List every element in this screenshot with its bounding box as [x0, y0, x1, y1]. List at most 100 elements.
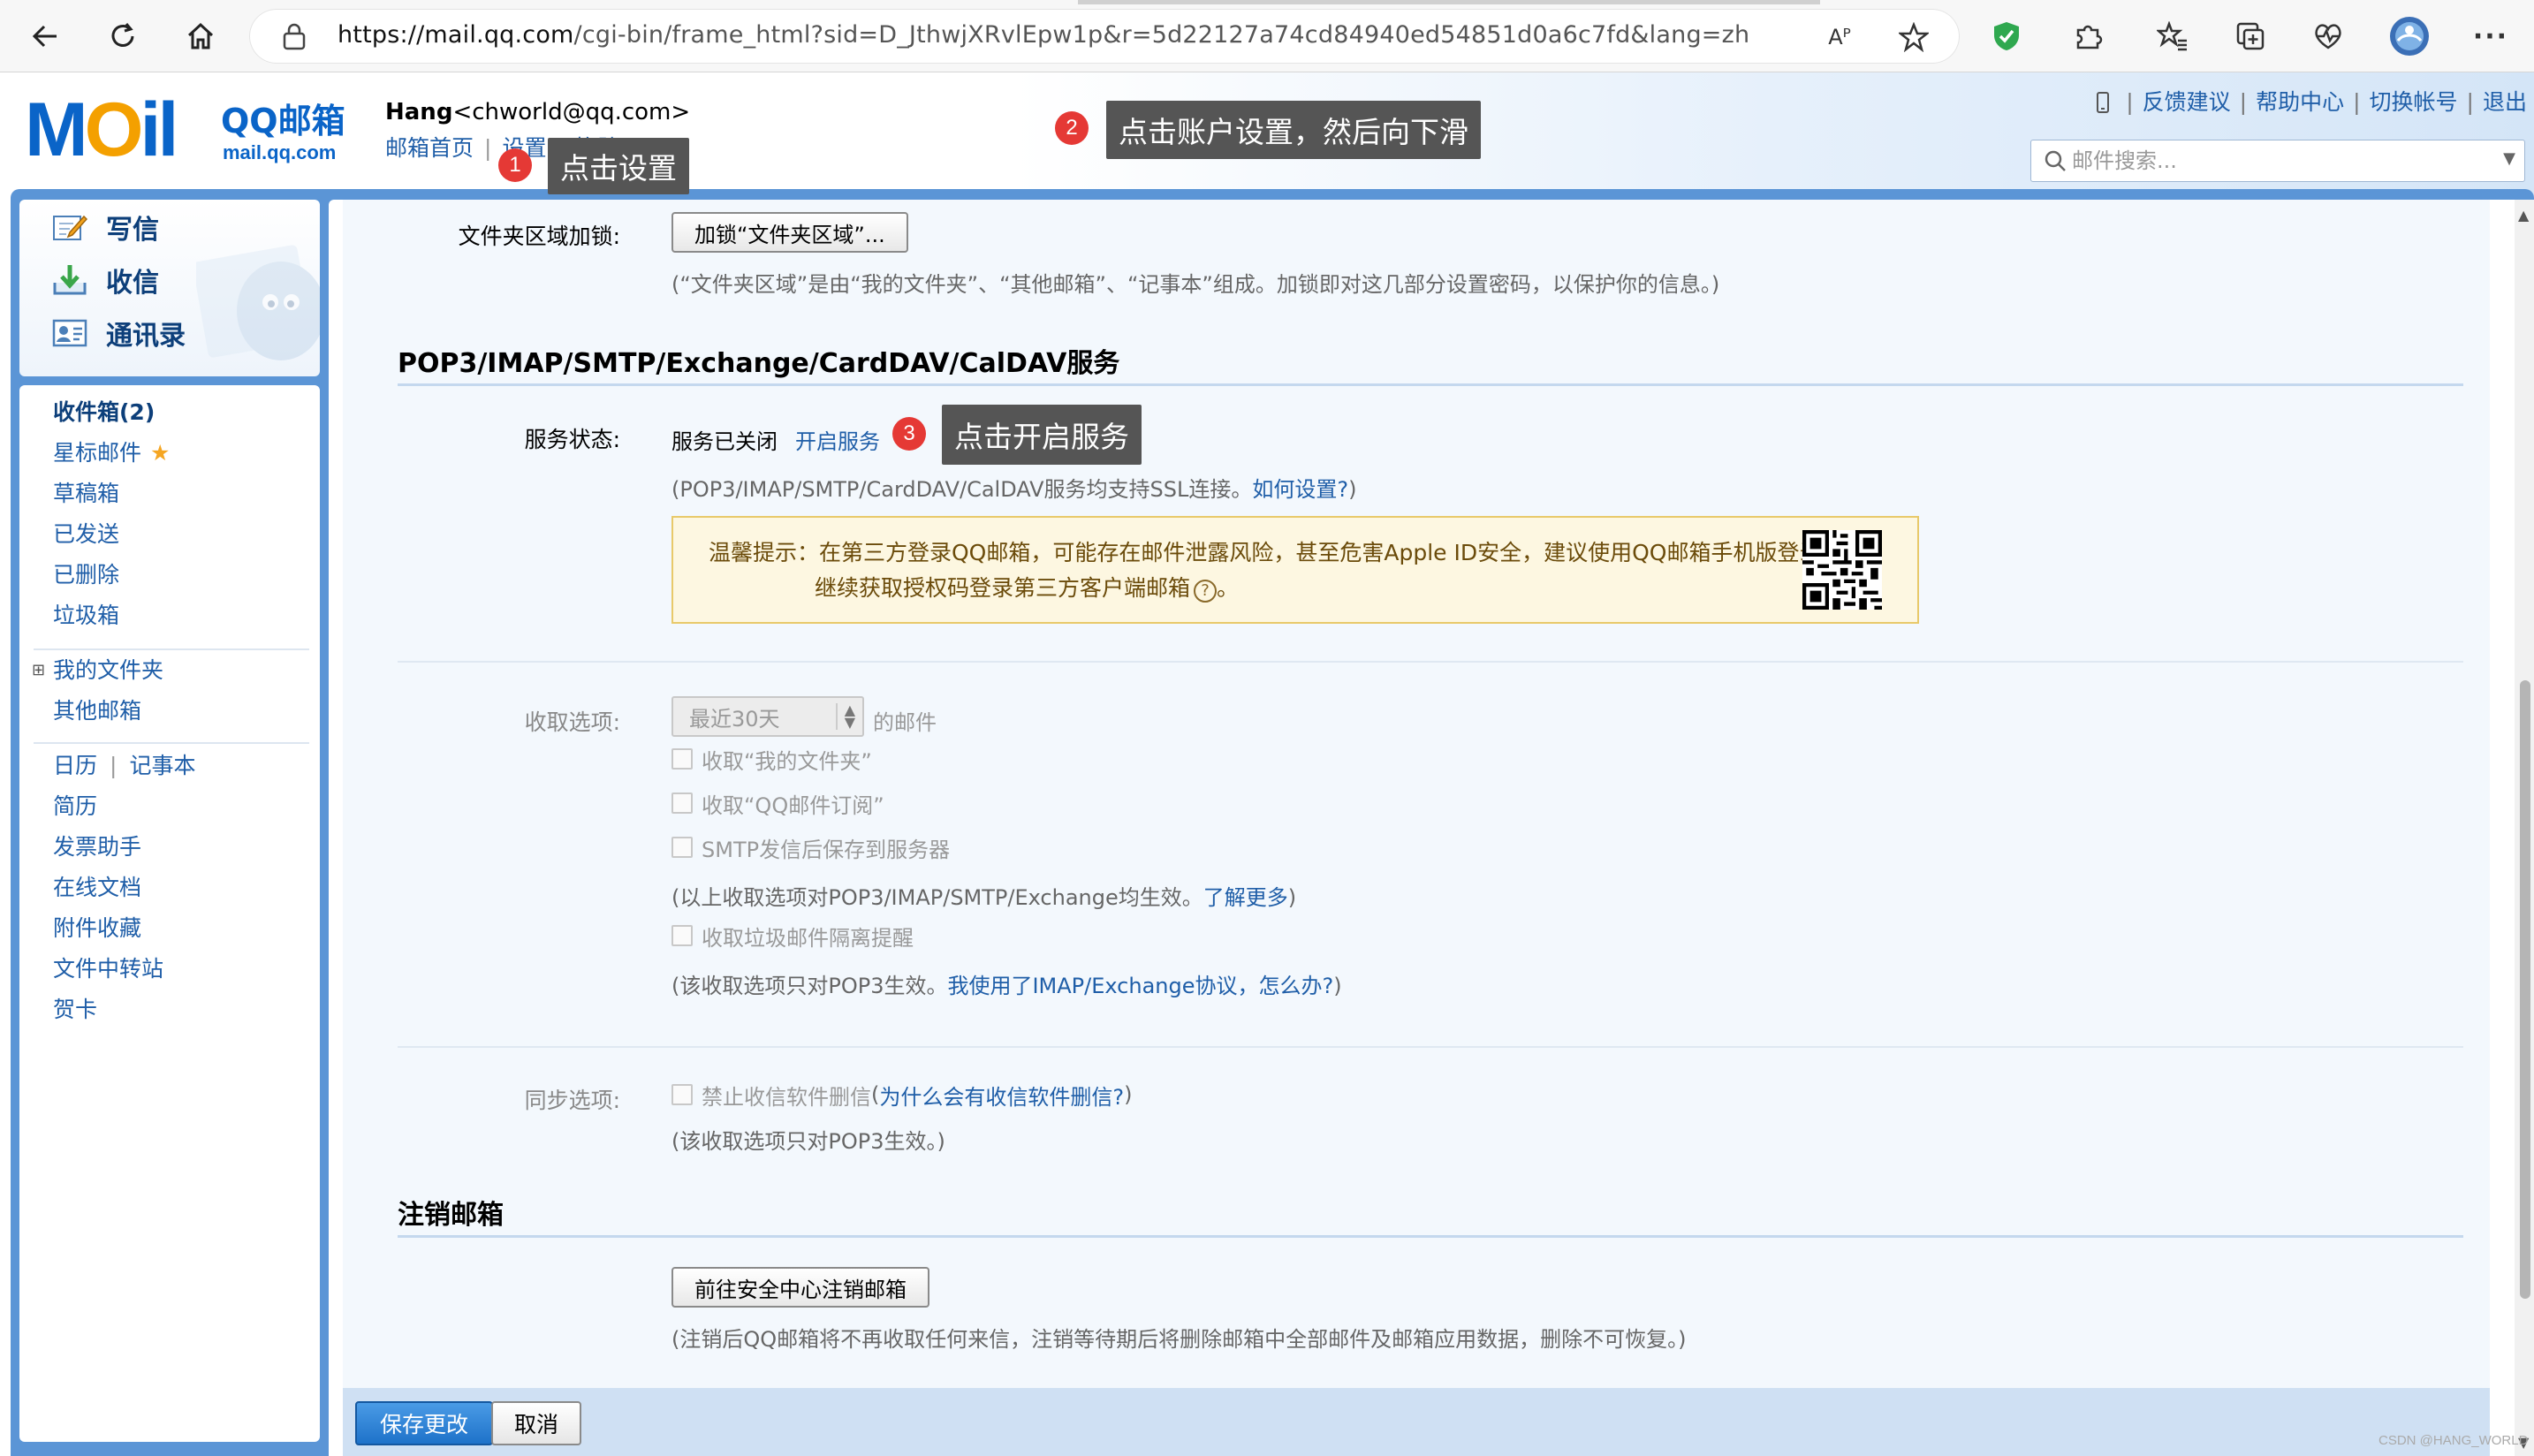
option-junk-reminder[interactable]: 收取垃圾邮件隔离提醒 [671, 921, 914, 951]
qq-penguin-icon [196, 245, 320, 360]
sidebar-item-deleted[interactable]: 已删除 [53, 560, 119, 590]
receive-button[interactable]: 收信 [51, 258, 159, 302]
cancel-account-button[interactable]: 前往安全中心注销邮箱 [671, 1267, 929, 1308]
scroll-up-icon[interactable]: ▲ [2518, 207, 2529, 224]
address-bar[interactable]: https://mail.qq.com/cgi-bin/frame_html?s… [249, 9, 1960, 64]
sidebar-item-starred[interactable]: 星标邮件 ★ [53, 438, 170, 468]
sidebar-item-attachments[interactable]: 附件收藏 [53, 914, 141, 944]
logout-link[interactable]: 退出 [2483, 89, 2527, 115]
back-icon[interactable] [19, 11, 71, 62]
contacts-button[interactable]: 通讯录 [51, 311, 186, 355]
service-status-value: 服务已关闭 [671, 429, 778, 454]
link-separator: | [2466, 89, 2474, 115]
compose-button[interactable]: 写信 [51, 205, 159, 249]
checkbox[interactable] [671, 748, 693, 770]
qq-mail-logo[interactable]: MOil QQ邮箱 mail.qq.com [25, 90, 360, 170]
more-icon[interactable]: ··· [2467, 12, 2515, 60]
sidebar-item-drafts[interactable]: 草稿箱 [53, 479, 119, 509]
sidebar-item-resume[interactable]: 简历 [53, 792, 97, 822]
cancel-button[interactable]: 取消 [491, 1401, 582, 1445]
cancel-account-title: 注销邮箱 [398, 1200, 504, 1231]
pop3-only-hint: (该收取选项只对POP3生效。我使用了IMAP/Exchange协议，怎么办?) [671, 968, 1342, 999]
sidebar-divider [34, 648, 309, 650]
home-icon[interactable] [175, 11, 226, 62]
annotation-step-3-tip: 点击开启服务 [942, 405, 1142, 465]
sidebar-item-sent[interactable]: 已发送 [53, 519, 119, 550]
enable-service-link[interactable]: 开启服务 [795, 424, 880, 455]
option-block-client-delete[interactable]: 禁止收信软件删信(为什么会有收信软件删信?) [671, 1080, 1133, 1110]
sidebar-item-file-transfer[interactable]: 文件中转站 [53, 954, 163, 984]
folder-lock-button[interactable]: 加锁“文件夹区域”... [671, 212, 908, 253]
option-label: SMTP发信后保存到服务器 [702, 837, 951, 862]
favorite-icon[interactable] [1896, 19, 1931, 55]
top-links: | 反馈建议 | 帮助中心 | 切换帐号 | 退出 [2096, 85, 2527, 117]
user-email: <chworld@qq.com> [452, 99, 691, 125]
section-divider [398, 1046, 2463, 1048]
option-label: 禁止收信软件删信 [702, 1084, 871, 1110]
mobile-icon[interactable] [2096, 89, 2117, 115]
logo-name: QQ邮箱 [221, 102, 345, 140]
sidebar-divider [34, 742, 309, 744]
option-receive-qq-subscriptions[interactable]: 收取“QQ邮件订阅” [671, 788, 884, 818]
switch-account-link[interactable]: 切换帐号 [2370, 89, 2458, 115]
refresh-icon[interactable] [97, 11, 148, 62]
select-arrows-icon: ▲ ▼ [835, 703, 855, 730]
read-aloud-icon[interactable]: Aᴾ [1822, 19, 1857, 55]
mail-search-box[interactable]: ▼ [2030, 140, 2525, 182]
sync-hint: (该收取选项只对POP3生效。) [671, 1129, 945, 1154]
receive-range-select[interactable]: 最近30天 ▲ ▼ [671, 696, 864, 737]
sidebar-item-my-folders[interactable]: 我的文件夹 [53, 656, 163, 686]
ssl-hint: (POP3/IMAP/SMTP/CardDAV/CalDAV服务均支持SSL连接… [671, 472, 1357, 503]
sidebar-item-calendar[interactable]: 日历 [53, 753, 97, 778]
ssl-hint-end: ) [1348, 477, 1357, 502]
imap-exchange-help-link[interactable]: 我使用了IMAP/Exchange协议，怎么办? [947, 974, 1333, 998]
compose-icon [51, 209, 88, 245]
pop-section-title: POP3/IMAP/SMTP/Exchange/CardDAV/CalDAV服务 [398, 348, 1120, 379]
address-url[interactable]: https://mail.qq.com/cgi-bin/frame_html?s… [338, 21, 1749, 49]
checkbox[interactable] [671, 1084, 693, 1105]
favorites-list-icon[interactable] [2149, 12, 2196, 60]
save-changes-button[interactable]: 保存更改 [355, 1401, 494, 1445]
shield-extension-icon[interactable] [1983, 12, 2030, 60]
sidebar-item-other-mail[interactable]: 其他邮箱 [53, 696, 141, 726]
chevron-down-icon[interactable]: ▼ [2503, 149, 2515, 168]
checkbox[interactable] [671, 837, 693, 858]
puzzle-extensions-icon[interactable] [2064, 12, 2112, 60]
sidebar-item-cards[interactable]: 贺卡 [53, 995, 97, 1025]
scrollbar-thumb[interactable] [2520, 680, 2530, 1299]
sync-options-label: 同步选项: [524, 1088, 620, 1113]
lock-icon[interactable] [281, 22, 307, 50]
content-scrollbar[interactable]: ▲ ▼ [2515, 200, 2534, 1456]
collections-icon[interactable] [2227, 12, 2274, 60]
performance-icon[interactable] [2304, 12, 2352, 60]
sidebar-item-junk[interactable]: 垃圾箱 [53, 601, 119, 631]
option-smtp-save-to-server[interactable]: SMTP发信后保存到服务器 [671, 832, 950, 862]
profile-avatar-icon[interactable] [2386, 12, 2433, 60]
settings-panel: 文件夹区域加锁: 加锁“文件夹区域”... (“文件夹区域”是由“我的文件夹”、… [343, 200, 2490, 1388]
expand-plus-icon[interactable]: ⊞ [32, 656, 45, 686]
star-icon: ★ [150, 440, 171, 466]
sidebar-item-inbox[interactable]: 收件箱(2) [53, 398, 155, 428]
checkbox[interactable] [671, 925, 693, 946]
get-auth-code-text: 继续获取授权码登录第三方客户端邮箱 [815, 575, 1191, 601]
sidebar-item-invoice[interactable]: 发票助手 [53, 832, 141, 862]
receive-hint-text: (以上收取选项对POP3/IMAP/SMTP/Exchange均生效。 [671, 885, 1203, 910]
sidebar-item-online-docs[interactable]: 在线文档 [53, 873, 141, 903]
feedback-link[interactable]: 反馈建议 [2143, 89, 2231, 115]
mail-home-link[interactable]: 邮箱首页 [385, 135, 474, 161]
contacts-icon [51, 315, 88, 351]
sidebar-item-notes[interactable]: 记事本 [129, 753, 195, 778]
get-auth-code-link[interactable]: 继续获取授权码登录第三方客户端邮箱?。 [815, 571, 1239, 603]
search-input[interactable] [2072, 146, 2478, 176]
contacts-label: 通讯录 [106, 321, 186, 352]
service-status-label: 服务状态: [524, 427, 620, 452]
question-mark-icon[interactable]: ? [1194, 580, 1218, 603]
checkbox[interactable] [671, 792, 693, 814]
how-to-setup-link[interactable]: 如何设置? [1252, 477, 1348, 502]
learn-more-link[interactable]: 了解更多 [1203, 885, 1288, 910]
why-client-delete-link[interactable]: 为什么会有收信软件删信? [879, 1080, 1124, 1111]
annotation-step-2-badge: 2 [1055, 111, 1089, 145]
option-receive-my-folders[interactable]: 收取“我的文件夹” [671, 744, 872, 774]
compose-label: 写信 [106, 215, 159, 246]
help-center-link[interactable]: 帮助中心 [2256, 89, 2344, 115]
